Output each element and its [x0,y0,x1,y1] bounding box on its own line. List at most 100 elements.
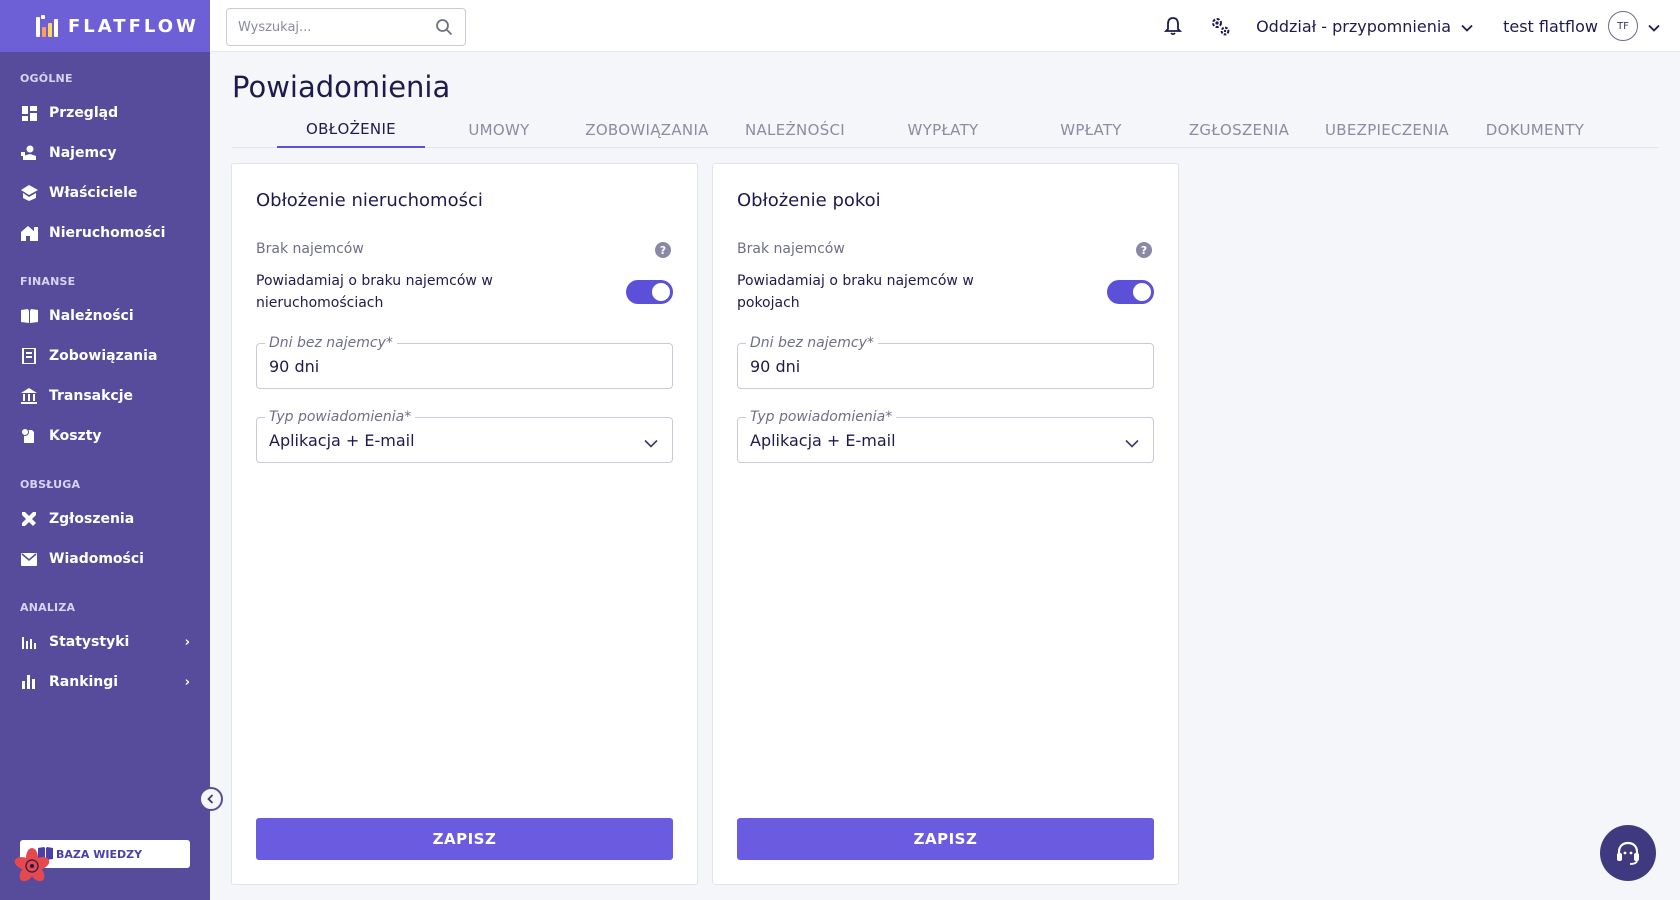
field-legend: Typ powiadomienia* [265,409,416,425]
nav-section-title: ANALIZA [20,601,76,614]
bank-icon [20,387,38,405]
tools-icon [20,510,38,528]
notify-toggle[interactable] [1107,280,1154,304]
branch-selector[interactable]: Oddział - przypomnienia [1256,17,1473,36]
bell-icon[interactable] [1162,15,1184,37]
receivables-icon [20,307,38,325]
logo[interactable]: FLATFLOW [0,0,210,52]
sidebar-item-label: Zgłoszenia [49,511,135,527]
card-title: Obłożenie pokoi [737,190,881,211]
sidebar-item-label: Rankingi [49,674,119,690]
tab-naleznosci[interactable]: NALEŻNOŚCI [721,112,869,148]
support-chat-button[interactable] [1600,825,1656,881]
tab-ubezpieczenia[interactable]: UBEZPIECZENIA [1313,112,1461,148]
ranking-icon [20,673,38,691]
sidebar-item-rankingi[interactable]: Rankingi › [0,662,210,702]
mail-icon [20,550,38,568]
settings-icon[interactable] [1209,15,1231,37]
chevron-left-icon [207,794,214,804]
sidebar-item-zgloszenia[interactable]: Zgłoszenia [0,499,210,539]
tab-wyplaty[interactable]: WYPŁATY [869,112,1017,148]
card-title: Obłożenie nieruchomości [256,190,483,211]
nav-section-title: OBSŁUGA [20,478,81,491]
logo-icon [36,15,58,37]
field-legend: Dni bez najemcy* [746,335,878,351]
react-devtools-icon[interactable] [12,846,52,886]
notification-tabs: OBŁOŻENIE UMOWY ZOBOWIĄZANIA NALEŻNOŚCI … [232,112,1658,148]
toggle-knob [652,283,670,301]
topbar-actions: Oddział - przypomnienia test flatflow TF [1162,0,1660,52]
search-input[interactable] [238,19,428,35]
sidebar-item-statystyki[interactable]: Statystyki › [0,622,210,662]
sidebar-item-naleznosci[interactable]: Należności [0,296,210,336]
sidebar-item-label: Zobowiązania [49,348,158,364]
topbar: Oddział - przypomnienia test flatflow TF [210,0,1680,52]
help-icon[interactable]: ? [655,242,671,258]
days-without-tenant-field[interactable]: Dni bez najemcy* 90 dni [256,335,673,389]
notification-type-select[interactable]: Typ powiadomienia* Aplikacja + E-mail [256,409,673,463]
room-occupancy-card: Obłożenie pokoi Brak najemców ? Powiadam… [712,163,1179,885]
sidebar-item-transakcje[interactable]: Transakcje [0,376,210,416]
sidebar-item-label: Transakcje [49,388,134,404]
tab-umowy[interactable]: UMOWY [425,112,573,148]
chevron-down-icon [1461,17,1473,36]
user-menu[interactable]: test flatflow TF [1503,11,1660,41]
tenant-icon [20,144,38,162]
property-icon [20,224,38,242]
field-value: Aplikacja + E-mail [269,431,415,450]
sidebar-item-przeglad[interactable]: Przegląd [0,93,210,133]
sidebar-item-label: Nieruchomości [49,225,166,241]
chevron-down-icon [1648,17,1660,36]
nav-section-obsluga: OBSŁUGA Zgłoszenia Wiadomości [0,478,210,579]
search-icon[interactable] [435,18,453,40]
nav-section-title: OGÓLNE [20,72,73,85]
sidebar-item-wlasciciele[interactable]: Właściciele [0,173,210,213]
sidebar-item-label: Przegląd [49,105,119,121]
costs-icon [20,427,38,445]
sidebar-item-label: Właściciele [49,185,138,201]
chevron-right-icon: › [184,634,190,650]
save-button[interactable]: ZAPISZ [256,818,673,860]
user-name: test flatflow [1503,16,1598,36]
sidebar-item-wiadomosci[interactable]: Wiadomości [0,539,210,579]
nav-section-ogolne: OGÓLNE Przegląd Najemcy Właściciele Nier… [0,72,210,253]
sidebar-item-nieruchomosci[interactable]: Nieruchomości [0,213,210,253]
field-value: 90 dni [269,357,320,376]
nav-section-title: FINANSE [20,275,76,288]
collapse-sidebar-button[interactable] [199,787,223,811]
toggle-label: Powiadamiaj o braku najemców w nieruchom… [256,273,493,311]
section-label: Brak najemców [737,241,845,257]
owners-icon [20,184,38,202]
save-button[interactable]: ZAPISZ [737,818,1154,860]
help-icon[interactable]: ? [1136,242,1152,258]
notification-type-select[interactable]: Typ powiadomienia* Aplikacja + E-mail [737,409,1154,463]
sidebar: FLATFLOW OGÓLNE Przegląd Najemcy Właścic… [0,0,210,900]
field-legend: Dni bez najemcy* [265,335,397,351]
field-legend: Typ powiadomienia* [746,409,897,425]
sidebar-item-najemcy[interactable]: Najemcy [0,133,210,173]
page-title: Powiadomienia [232,70,451,104]
tab-dokumenty[interactable]: DOKUMENTY [1461,112,1609,148]
tab-oblozenie[interactable]: OBŁOŻENIE [277,112,425,148]
sidebar-item-koszty[interactable]: Koszty [0,416,210,456]
headset-icon [1617,841,1639,865]
sidebar-item-zobowiazania[interactable]: Zobowiązania [0,336,210,376]
days-without-tenant-field[interactable]: Dni bez najemcy* 90 dni [737,335,1154,389]
notify-toggle[interactable] [626,280,673,304]
sidebar-item-label: Koszty [49,428,102,444]
sidebar-item-label: Należności [49,308,134,324]
property-occupancy-card: Obłożenie nieruchomości Brak najemców ? … [231,163,698,885]
app-name: FLATFLOW [68,15,199,37]
tab-zgloszenia[interactable]: ZGŁOSZENIA [1165,112,1313,148]
avatar: TF [1608,11,1638,41]
sidebar-item-label: Wiadomości [49,551,144,567]
liabilities-icon [20,347,38,365]
branch-name: Oddział - przypomnienia [1256,16,1452,36]
nav-section-finanse: FINANSE Należności Zobowiązania Transakc… [0,275,210,456]
dashboard-icon [20,104,38,122]
tab-wplaty[interactable]: WPŁATY [1017,112,1165,148]
toggle-knob [1133,283,1151,301]
tab-zobowiazania[interactable]: ZOBOWIĄZANIA [573,112,721,148]
toggle-label: Powiadamiaj o braku najemców w pokojach [737,273,974,311]
knowledge-base-label: BAZA WIEDZY [56,847,143,861]
